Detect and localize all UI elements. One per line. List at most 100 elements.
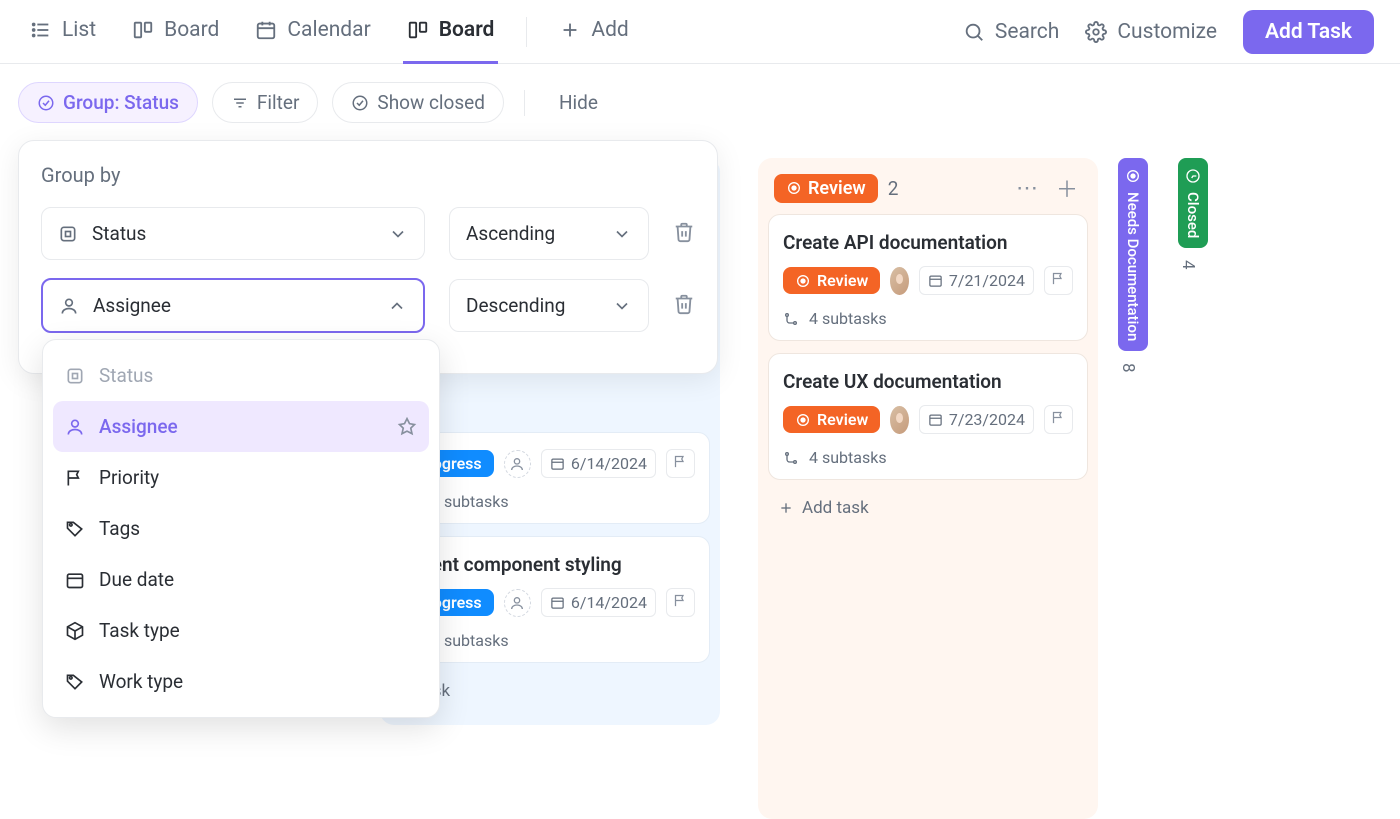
subtasks-count[interactable]: 4 subtasks xyxy=(783,448,1073,467)
group-by-order-select[interactable]: Descending xyxy=(449,279,649,332)
status-chip-text: Review xyxy=(817,410,868,429)
status-dot-icon xyxy=(795,412,811,428)
hide-button-label: Hide xyxy=(559,91,598,114)
subtasks-text: 4 subtasks xyxy=(809,448,887,467)
status-chip: Review xyxy=(783,406,880,433)
due-date[interactable]: 7/21/2024 xyxy=(919,266,1034,295)
tag-icon xyxy=(65,519,85,539)
divider xyxy=(524,90,525,116)
add-task-button[interactable]: Add Task xyxy=(1243,10,1374,54)
subtasks-count[interactable]: 4 subtasks xyxy=(783,309,1073,328)
group-by-field-select[interactable]: Assignee xyxy=(41,278,425,333)
dropdown-item-status[interactable]: Status xyxy=(53,350,429,401)
dropdown-item-label: Task type xyxy=(99,619,180,642)
collapsed-column-chip[interactable]: Needs Documentation xyxy=(1118,158,1148,351)
pin-icon xyxy=(397,417,417,437)
show-closed-pill[interactable]: Show closed xyxy=(332,82,504,123)
group-by-order-label: Descending xyxy=(466,294,565,317)
subtasks-text: 4 subtasks xyxy=(809,309,887,328)
view-tabs: List Board Calendar Board Add Search Cus… xyxy=(0,0,1400,64)
tab-board-2[interactable]: Board xyxy=(403,0,499,64)
calendar-icon xyxy=(928,412,943,427)
priority-flag[interactable] xyxy=(1044,266,1073,295)
collapsed-column-count: 8 xyxy=(1118,363,1138,373)
tab-add-view-label: Add xyxy=(591,18,628,42)
filter-bar: Group: Status Filter Show closed Hide xyxy=(0,64,1400,141)
dropdown-item-work-type[interactable]: Work type xyxy=(53,656,429,707)
tab-calendar[interactable]: Calendar xyxy=(251,0,374,64)
due-date-text: 7/23/2024 xyxy=(949,410,1025,429)
add-task-label: Add task xyxy=(802,498,869,518)
tab-board-2-label: Board xyxy=(439,18,495,42)
check-circle-icon xyxy=(37,94,55,112)
tab-board-1-label: Board xyxy=(164,18,219,42)
filter-pill[interactable]: Filter xyxy=(212,82,318,123)
plus-icon xyxy=(778,500,794,516)
tab-add-view[interactable]: Add xyxy=(555,0,632,64)
check-circle-icon xyxy=(351,94,369,112)
customize-label: Customize xyxy=(1117,20,1217,44)
chevron-down-icon xyxy=(388,224,408,244)
dropdown-item-task-type[interactable]: Task type xyxy=(53,605,429,656)
add-task-link[interactable]: Add task xyxy=(768,492,1088,524)
dropdown-item-tags[interactable]: Tags xyxy=(53,503,429,554)
plus-icon xyxy=(559,19,581,41)
trash-icon xyxy=(673,221,695,243)
column-status-chip[interactable]: Review xyxy=(774,174,878,203)
search-icon xyxy=(963,21,985,43)
hide-button[interactable]: Hide xyxy=(545,83,612,122)
collapsed-column-count: 4 xyxy=(1178,260,1198,270)
column-review: Review 2 ⋯ ＋ Create API documentation Re… xyxy=(758,158,1098,819)
delete-group-button[interactable] xyxy=(673,293,713,319)
tab-board-1[interactable]: Board xyxy=(128,0,223,64)
user-icon xyxy=(65,417,85,437)
group-by-order-select[interactable]: Ascending xyxy=(449,207,649,260)
avatar[interactable] xyxy=(890,406,909,434)
dropdown-item-label: Due date xyxy=(99,568,174,591)
column-status-label: Review xyxy=(808,178,866,199)
priority-flag[interactable] xyxy=(1044,405,1073,434)
group-by-row: Assignee Descending xyxy=(41,278,695,333)
group-pill-label: Group: Status xyxy=(63,91,179,114)
collapsed-column-chip[interactable]: Closed xyxy=(1178,158,1208,248)
customize-button[interactable]: Customize xyxy=(1085,20,1217,44)
dropdown-item-label: Assignee xyxy=(99,415,178,438)
board-icon xyxy=(132,19,154,41)
avatar[interactable] xyxy=(890,267,909,295)
task-card[interactable]: Create API documentation Review 7/21/202… xyxy=(768,214,1088,341)
subtask-icon xyxy=(783,311,799,327)
task-card[interactable]: Create UX documentation Review 7/23/2024… xyxy=(768,353,1088,480)
task-title: Create UX documentation xyxy=(783,370,1073,393)
group-by-field-select[interactable]: Status xyxy=(41,207,425,260)
group-pill[interactable]: Group: Status xyxy=(18,82,198,123)
calendar-icon xyxy=(928,273,943,288)
calendar-icon xyxy=(255,19,277,41)
column-needs-documentation: Needs Documentation 8 xyxy=(1118,158,1158,819)
search-button[interactable]: Search xyxy=(963,20,1060,44)
group-by-order-label: Ascending xyxy=(466,222,555,245)
group-by-field-label: Assignee xyxy=(93,294,171,317)
tab-calendar-label: Calendar xyxy=(287,18,370,42)
list-icon xyxy=(30,19,52,41)
trash-icon xyxy=(673,293,695,315)
dropdown-item-due-date[interactable]: Due date xyxy=(53,554,429,605)
column-count: 2 xyxy=(888,177,899,200)
status-chip: Review xyxy=(783,267,880,294)
show-closed-label: Show closed xyxy=(377,91,485,114)
dropdown-item-label: Status xyxy=(99,364,153,387)
popover-title: Group by xyxy=(41,163,695,187)
flag-icon xyxy=(1051,410,1066,425)
tab-list[interactable]: List xyxy=(26,0,100,64)
subtask-icon xyxy=(783,450,799,466)
dropdown-item-priority[interactable]: Priority xyxy=(53,452,429,503)
column-closed: Closed 4 xyxy=(1178,158,1218,819)
due-date[interactable]: 7/23/2024 xyxy=(919,405,1034,434)
clock-icon xyxy=(1185,168,1201,184)
column-add-icon[interactable]: ＋ xyxy=(1052,172,1082,204)
board-icon xyxy=(407,19,429,41)
user-icon xyxy=(59,296,79,316)
status-icon xyxy=(58,224,78,244)
dropdown-item-assignee[interactable]: Assignee xyxy=(53,401,429,452)
delete-group-button[interactable] xyxy=(673,221,713,247)
column-more-icon[interactable]: ⋯ xyxy=(1012,176,1042,201)
